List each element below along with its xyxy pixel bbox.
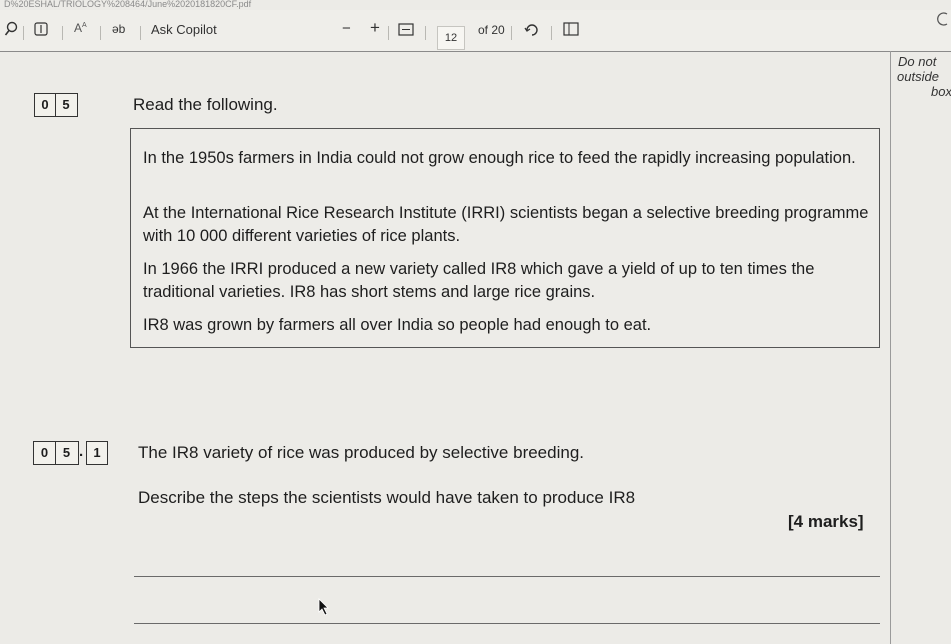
question-number-box: 0 5 (34, 93, 78, 117)
subquestion-digit: 0 (34, 442, 56, 464)
source-paragraph-3: In 1966 the IRRI produced a new variety … (143, 260, 815, 301)
margin-note-line1: Do not (898, 54, 937, 69)
margin-note-line2: outside (897, 69, 939, 84)
page-top-border (0, 51, 951, 52)
subquestion-digit: 5 (62, 445, 71, 460)
answer-line[interactable] (134, 623, 880, 624)
translate-icon[interactable]: əb (112, 22, 125, 36)
toolbar-divider (425, 26, 426, 40)
search-icon[interactable] (4, 21, 18, 40)
file-path-strip: D%20ESHAL/TRIOLOGY%208464/June%202018182… (0, 0, 951, 10)
source-paragraph-4: IR8 was grown by farmers all over India … (143, 316, 652, 334)
toolbar-divider (388, 26, 389, 40)
subquestion-part: 1 (93, 445, 101, 460)
pdf-page: Do not outside box 0 5 Read the followin… (0, 51, 951, 644)
read-aloud-icon[interactable] (34, 22, 48, 39)
subquestion-dot: . (79, 443, 84, 460)
toolbar-divider (511, 26, 512, 40)
answer-line[interactable] (134, 576, 880, 577)
subquestion-number-box: 0 5 (33, 441, 79, 465)
fit-page-icon[interactable] (398, 23, 414, 39)
toolbar-divider (551, 26, 552, 40)
zoom-out-button[interactable]: − (342, 20, 351, 37)
toolbar-divider (100, 26, 101, 40)
mouse-pointer-icon (318, 598, 330, 621)
margin-line (890, 51, 891, 644)
question-digit: 0 (35, 94, 56, 116)
ask-copilot-button[interactable]: Ask Copilot (151, 22, 217, 37)
page-view-icon[interactable] (563, 22, 579, 39)
toolbar-divider (62, 26, 63, 40)
question-digit: 5 (62, 97, 70, 112)
zoom-in-button[interactable]: + (370, 18, 380, 38)
margin-note-line3: box (931, 84, 951, 99)
source-passage-box: In the 1950s farmers in India could not … (130, 128, 880, 348)
subquestion-statement: The IR8 variety of rice was produced by … (138, 443, 585, 462)
subquestion-part-box: 1 (86, 441, 108, 465)
text-size-icon[interactable]: AA (74, 21, 87, 35)
loading-arc-icon (937, 12, 949, 29)
subquestion-instruction: Describe the steps the scientists would … (138, 488, 636, 507)
page-total: of 20 (478, 23, 505, 37)
source-paragraph-1: In the 1950s farmers in India could not … (143, 149, 856, 167)
toolbar-divider (23, 26, 24, 40)
question-prompt: Read the following. (133, 95, 278, 114)
toolbar-divider (140, 26, 141, 40)
marks-label: [4 marks] (788, 512, 864, 531)
pdf-toolbar: AA əb Ask Copilot − + 12 of 20 (0, 10, 951, 53)
source-paragraph-2: At the International Rice Research Insti… (143, 204, 869, 245)
page-number-input[interactable]: 12 (437, 26, 465, 50)
rotate-icon[interactable] (524, 21, 540, 40)
